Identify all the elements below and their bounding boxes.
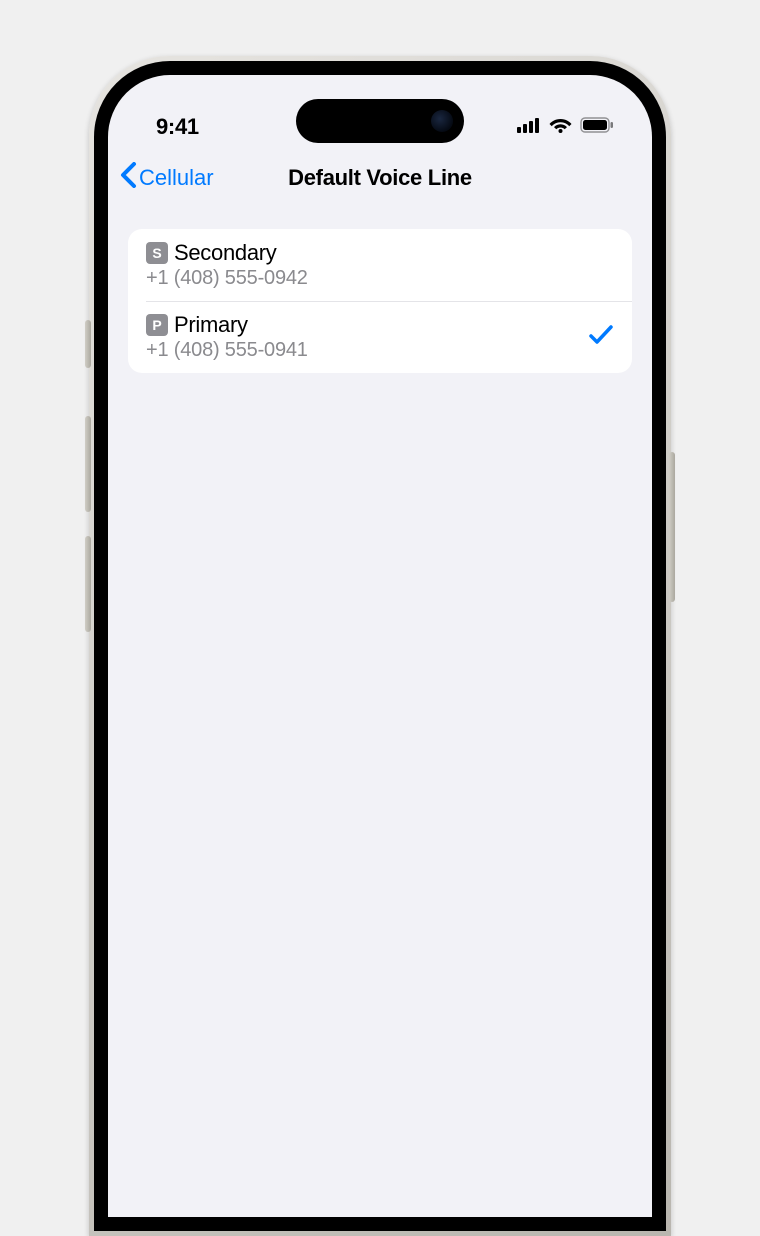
content-area: S Secondary +1 (408) 555-0942 P Primary (108, 207, 652, 373)
side-button-power (669, 452, 675, 602)
voice-line-list: S Secondary +1 (408) 555-0942 P Primary (128, 229, 632, 373)
screen: 9:41 (108, 75, 652, 1217)
line-number: +1 (408) 555-0942 (146, 267, 614, 290)
page-title: Default Voice Line (288, 165, 472, 191)
back-label: Cellular (139, 165, 214, 191)
sim-badge-secondary: S (146, 242, 168, 264)
side-button-silent (85, 320, 91, 368)
sim-badge-primary: P (146, 314, 168, 336)
line-number: +1 (408) 555-0941 (146, 339, 588, 362)
side-button-volume-down (85, 536, 91, 632)
status-time: 9:41 (156, 114, 199, 140)
phone-frame: 9:41 (89, 56, 671, 1236)
front-camera (431, 110, 453, 132)
line-label: Secondary (174, 240, 276, 266)
status-icons (517, 117, 614, 138)
back-button[interactable]: Cellular (120, 162, 214, 194)
dynamic-island (296, 99, 464, 143)
voice-line-secondary[interactable]: S Secondary +1 (408) 555-0942 (128, 229, 632, 301)
wifi-icon (549, 117, 572, 138)
chevron-left-icon (120, 162, 137, 194)
voice-line-primary[interactable]: P Primary +1 (408) 555-0941 (128, 301, 632, 373)
battery-icon (580, 117, 614, 138)
checkmark-icon (588, 323, 614, 352)
navigation-bar: Cellular Default Voice Line (108, 149, 652, 207)
cellular-icon (517, 117, 541, 138)
line-label: Primary (174, 312, 248, 338)
side-button-volume-up (85, 416, 91, 512)
